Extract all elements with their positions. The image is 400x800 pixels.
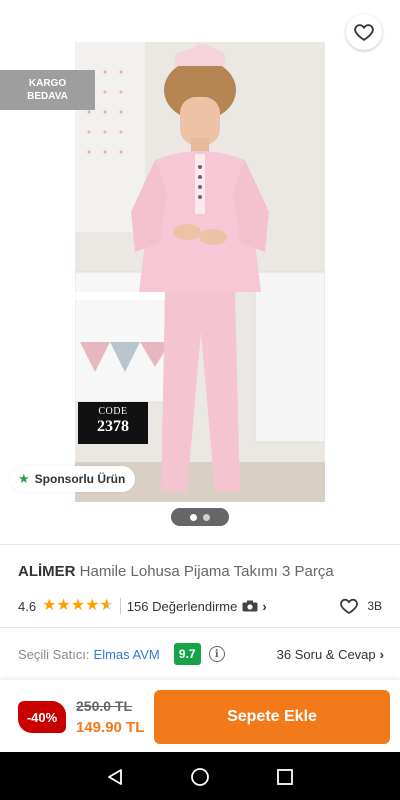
- seller-score-badge: 9.7: [173, 643, 201, 665]
- nav-recents-icon: [277, 769, 293, 785]
- free-shipping-badge: KARGO BEDAVA: [0, 70, 95, 110]
- nav-back-icon: [108, 769, 122, 785]
- system-navigation-bar: [0, 752, 400, 800]
- reviews-link[interactable]: 156 Değerlendirme ›: [127, 599, 267, 614]
- star-icon: ★: [85, 597, 100, 614]
- product-brand[interactable]: ALİMER: [18, 563, 76, 580]
- code-label: CODE: [98, 406, 128, 417]
- seller-label: Seçili Satıcı:: [18, 646, 90, 662]
- cargo-line-2: BEDAVA: [27, 91, 68, 102]
- sponsored-label: Sponsorlu Ürün: [34, 472, 126, 486]
- reviews-label: 156 Değerlendirme: [126, 598, 238, 614]
- nav-home-button[interactable]: [189, 766, 211, 788]
- divider: [0, 544, 400, 545]
- nav-back-button[interactable]: [104, 766, 126, 788]
- likes[interactable]: 3B: [339, 596, 382, 616]
- seller-name-link[interactable]: Elmas AVM: [94, 647, 160, 662]
- add-to-cart-button[interactable]: Sepete Ekle: [154, 690, 390, 744]
- heart-outline-icon: [340, 598, 359, 615]
- star-icon: ★: [18, 471, 30, 486]
- camera-icon: [242, 600, 258, 612]
- chevron-right-icon: ›: [379, 646, 384, 662]
- cargo-line-1: KARGO: [28, 78, 67, 89]
- pagination-dot-active[interactable]: [190, 513, 197, 521]
- info-icon[interactable]: i: [208, 646, 225, 662]
- new-price: 149.90 TL: [76, 719, 145, 736]
- code-number: 2378: [97, 418, 129, 435]
- likes-count: 3B: [367, 599, 382, 613]
- rating-row: 4.6 ★ ★ ★ ★ ★ 156 Değerlendirme › 3B: [18, 596, 382, 616]
- star-icon: ★: [70, 597, 86, 614]
- product-code-tag: CODE 2378: [78, 402, 148, 444]
- divider: [119, 598, 121, 614]
- qa-link[interactable]: 36 Soru & Cevap ›: [277, 647, 384, 662]
- old-price: 250.0 TL: [76, 698, 133, 714]
- seller-row: Seçili Satıcı: Elmas AVM 9.7 i 36 Soru &…: [18, 641, 384, 667]
- nav-home-icon: [191, 768, 209, 786]
- favorite-button[interactable]: [346, 14, 382, 50]
- purchase-bar: -40% 250.0 TL 149.90 TL Sepete Ekle: [0, 680, 400, 752]
- nav-recents-button[interactable]: [274, 766, 296, 788]
- discount-badge: -40%: [18, 701, 66, 733]
- chevron-right-icon: ›: [262, 598, 267, 614]
- pagination-dot[interactable]: [203, 513, 210, 521]
- back-button[interactable]: [14, 16, 50, 52]
- star-icon: ★: [42, 597, 57, 614]
- qa-label: 36 Soru & Cevap: [276, 646, 376, 662]
- heart-outline-icon: [354, 24, 374, 41]
- product-name: Hamile Lohusa Pijama Takımı 3 Parça: [79, 563, 334, 580]
- divider: [0, 627, 400, 628]
- rating-stars: ★ ★ ★ ★ ★: [42, 598, 114, 614]
- star-half-icon: ★: [99, 597, 114, 614]
- sponsored-badge: ★ Sponsorlu Ürün: [10, 466, 136, 492]
- star-icon: ★: [56, 597, 71, 614]
- image-pagination[interactable]: [171, 508, 229, 526]
- share-button[interactable]: [290, 14, 326, 50]
- product-title: ALİMER Hamile Lohusa Pijama Takımı 3 Par…: [18, 563, 388, 580]
- arrow-left-icon: [23, 26, 41, 42]
- rating-score: 4.6: [18, 598, 37, 614]
- product-image-gallery[interactable]: KARGO BEDAVA CODE 2378 ★ Sponsorlu Ürün: [0, 0, 400, 540]
- share-icon: [299, 22, 317, 42]
